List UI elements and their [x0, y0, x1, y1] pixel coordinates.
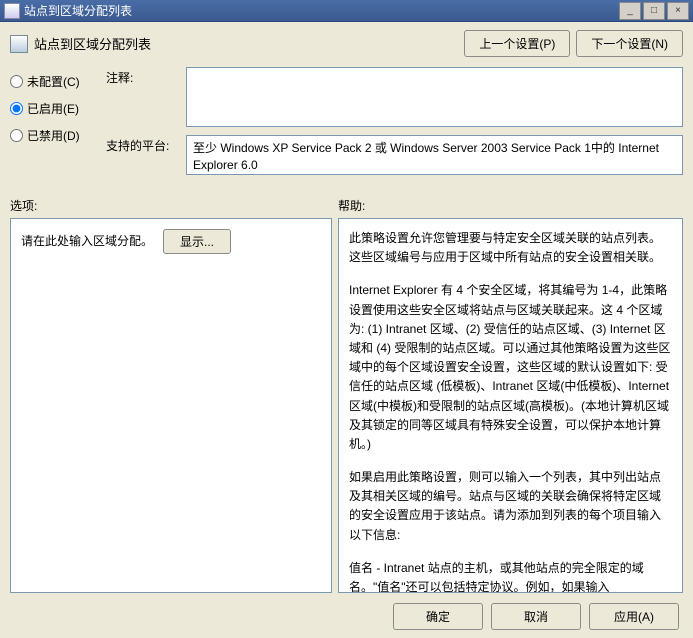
- help-panel: 此策略设置允许您管理要与特定安全区域关联的站点列表。这些区域编号与应用于区域中所…: [338, 218, 683, 593]
- cancel-button[interactable]: 取消: [491, 603, 581, 630]
- help-label: 帮助:: [338, 197, 365, 214]
- radio-disabled[interactable]: 已禁用(D): [10, 127, 106, 144]
- maximize-button[interactable]: □: [643, 2, 665, 20]
- policy-icon: [10, 35, 28, 53]
- radio-enabled[interactable]: 已启用(E): [10, 100, 106, 117]
- dialog-footer: 确定 取消 应用(A): [10, 593, 683, 636]
- content-area: 站点到区域分配列表 上一个设置(P) 下一个设置(N) 未配置(C) 已启用(E…: [0, 22, 693, 638]
- platform-text: 至少 Windows XP Service Pack 2 或 Windows S…: [193, 141, 659, 172]
- radio-not-configured[interactable]: 未配置(C): [10, 73, 106, 90]
- app-icon: [4, 3, 20, 19]
- help-paragraph: 值名 - Intranet 站点的主机，或其他站点的完全限定的域名。"值名"还可…: [349, 559, 672, 593]
- ok-button[interactable]: 确定: [393, 603, 483, 630]
- show-button[interactable]: 显示...: [163, 229, 231, 254]
- radio-disabled-input[interactable]: [10, 129, 23, 142]
- page-title: 站点到区域分配列表: [34, 34, 464, 53]
- platform-box: 至少 Windows XP Service Pack 2 或 Windows S…: [186, 135, 683, 175]
- window-controls: _ □ ×: [619, 2, 689, 20]
- state-radio-group: 未配置(C) 已启用(E) 已禁用(D): [10, 67, 106, 144]
- help-paragraph: Internet Explorer 有 4 个安全区域，将其编号为 1-4，此策…: [349, 281, 672, 454]
- radio-not-configured-label: 未配置(C): [27, 73, 80, 90]
- minimize-button[interactable]: _: [619, 2, 641, 20]
- apply-button[interactable]: 应用(A): [589, 603, 679, 630]
- header-row: 站点到区域分配列表 上一个设置(P) 下一个设置(N): [10, 30, 683, 57]
- comment-label: 注释:: [106, 67, 186, 86]
- next-setting-button[interactable]: 下一个设置(N): [576, 30, 683, 57]
- comment-textarea[interactable]: [186, 67, 683, 127]
- window-title: 站点到区域分配列表: [24, 2, 619, 19]
- radio-enabled-input[interactable]: [10, 102, 23, 115]
- help-paragraph: 此策略设置允许您管理要与特定安全区域关联的站点列表。这些区域编号与应用于区域中所…: [349, 229, 672, 267]
- radio-disabled-label: 已禁用(D): [27, 127, 80, 144]
- options-label: 选项:: [10, 197, 338, 214]
- section-labels: 选项: 帮助:: [10, 197, 683, 214]
- help-paragraph: 如果启用此策略设置，则可以输入一个列表，其中列出站点及其相关区域的编号。站点与区…: [349, 468, 672, 545]
- window-titlebar: 站点到区域分配列表 _ □ ×: [0, 0, 693, 22]
- panels-row: 请在此处输入区域分配。 显示... 此策略设置允许您管理要与特定安全区域关联的站…: [10, 218, 683, 593]
- close-button[interactable]: ×: [667, 2, 689, 20]
- platform-label: 支持的平台:: [106, 135, 186, 154]
- prev-setting-button[interactable]: 上一个设置(P): [464, 30, 570, 57]
- options-prompt: 请在此处输入区域分配。: [21, 232, 153, 251]
- radio-not-configured-input[interactable]: [10, 75, 23, 88]
- radio-enabled-label: 已启用(E): [27, 100, 79, 117]
- options-panel: 请在此处输入区域分配。 显示...: [10, 218, 332, 593]
- config-row: 未配置(C) 已启用(E) 已禁用(D) 注释: 支持的平台: 至少 Windo…: [10, 67, 683, 175]
